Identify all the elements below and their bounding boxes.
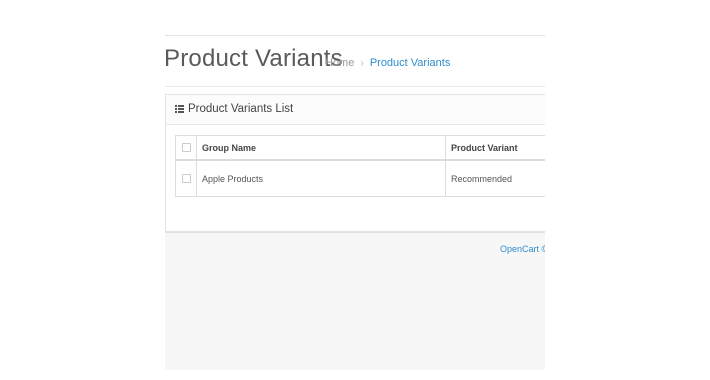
panel-heading: Product Variants List	[166, 95, 545, 125]
breadcrumb: Home › Product Variants	[325, 57, 450, 69]
content-area: Product Variants Home › Product Variants…	[165, 35, 545, 232]
breadcrumb-separator: ›	[360, 58, 364, 69]
breadcrumb-home-link[interactable]: Home	[325, 57, 354, 69]
select-all-checkbox[interactable]	[182, 143, 191, 152]
product-variants-panel: Product Variants List Group Name Product…	[165, 94, 545, 232]
column-divider	[445, 136, 446, 196]
cell-product-variant: Recommended	[451, 174, 513, 184]
admin-window: Product Variants Home › Product Variants…	[165, 35, 545, 370]
panel-title: Product Variants List	[188, 103, 294, 115]
variants-table: Group Name Product Variant Apple Product…	[175, 135, 545, 197]
column-header-product-variant[interactable]: Product Variant	[451, 143, 518, 153]
breadcrumb-product-variants-link[interactable]: Product Variants	[370, 57, 451, 69]
column-divider	[196, 136, 197, 196]
row-checkbox[interactable]	[182, 174, 191, 183]
page-header: Product Variants Home › Product Variants	[165, 45, 545, 85]
cell-group-name: Apple Products	[202, 174, 264, 184]
column-header-group-name[interactable]: Group Name	[202, 143, 256, 153]
header-divider	[165, 86, 545, 87]
top-divider	[165, 35, 545, 36]
header-row-divider	[176, 159, 545, 161]
page-title: Product Variants	[165, 45, 343, 72]
list-icon	[175, 105, 184, 113]
footer-opencart-link[interactable]: OpenCart ©	[500, 244, 545, 254]
footer-divider	[165, 232, 545, 233]
